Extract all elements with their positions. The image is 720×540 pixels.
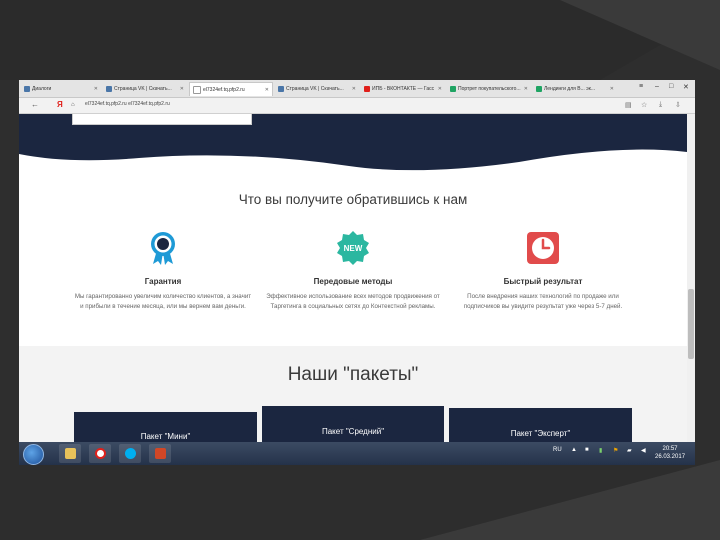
close-tab-icon[interactable]: ✕ — [94, 86, 98, 92]
pack-title: Пакет "Эксперт" — [510, 429, 571, 438]
yandex-icon — [364, 86, 370, 92]
pack-title: Пакет "Мини" — [140, 432, 191, 441]
close-tab-icon[interactable]: ✕ — [265, 87, 269, 93]
powerpoint-icon — [154, 448, 166, 459]
yandex-logo-icon[interactable]: Я — [57, 100, 63, 109]
folder-icon — [64, 448, 76, 459]
bookmark-star-icon[interactable]: ☆ — [641, 101, 647, 109]
minimize-icon[interactable]: – — [655, 83, 659, 90]
feature-guarantee: Гарантия Мы гарантированно увеличим коли… — [73, 230, 253, 312]
scrollbar-thumb[interactable] — [688, 289, 694, 359]
feature-description: Эффективное использование всех методов п… — [266, 293, 440, 310]
start-button[interactable] — [23, 444, 44, 465]
pack-card-medium[interactable]: Пакет "Средний" — [262, 406, 444, 446]
close-tab-icon[interactable]: ✕ — [438, 86, 442, 92]
language-indicator[interactable]: RU — [553, 447, 562, 453]
windows-taskbar: RU ▲ ■ ▮ ⚑ ▰ ◀ 20:57 26.03.2017 — [19, 442, 695, 465]
clock-time: 20:57 — [662, 446, 678, 452]
tray-volume-icon[interactable]: ◀ — [641, 447, 646, 454]
hero-input-field[interactable] — [72, 114, 252, 125]
page-icon — [193, 85, 201, 94]
tray-flag-icon[interactable]: ⚑ — [613, 447, 618, 454]
pack-card-mini[interactable]: Пакет "Мини" — [74, 412, 257, 446]
tray-arrow-icon[interactable]: ▲ — [571, 447, 577, 453]
pack-card-expert[interactable]: Пакет "Эксперт" — [449, 408, 632, 446]
ribbon-award-icon — [151, 232, 175, 265]
back-arrow-icon[interactable]: ← — [31, 100, 39, 109]
url-field[interactable]: el7324ef.tq.pfp2.ru el7324ef.tq.pfp2.ru — [85, 101, 170, 107]
browser-tab[interactable]: Страница VK | Скачать... ✕ — [275, 82, 359, 96]
menu-icon[interactable]: ≡ — [639, 83, 643, 90]
new-badge-icon: NEW — [337, 231, 369, 265]
lock-icon: ⌂ — [71, 102, 75, 108]
browser-tab[interactable]: Лендинги для В... эк... ✕ — [533, 82, 617, 96]
tray-network-icon[interactable]: ▮ — [599, 447, 602, 454]
packs-title: Наши "пакеты" — [287, 364, 419, 385]
taskbar-yandex-browser[interactable] — [89, 444, 111, 463]
taskbar-powerpoint[interactable] — [149, 444, 171, 463]
section-title: Что вы получите обратившись к нам — [238, 192, 468, 207]
feature-title: Гарантия — [144, 277, 182, 286]
yandex-browser-icon — [94, 448, 106, 459]
taskbar-explorer[interactable] — [59, 444, 81, 463]
clock-icon — [527, 232, 559, 264]
taskbar-clock[interactable]: 20:57 26.03.2017 — [655, 445, 685, 461]
slide-background-top — [0, 0, 720, 80]
feature-title: Передовые методы — [313, 277, 393, 286]
skype-icon — [124, 448, 136, 459]
page-menu-icon[interactable]: ▤ — [625, 101, 632, 109]
pack-title: Пакет "Средний" — [321, 427, 385, 436]
taskbar-skype[interactable] — [119, 444, 141, 463]
address-bar: ← Я ⌂ el7324ef.tq.pfp2.ru el7324ef.tq.pf… — [19, 98, 695, 114]
svg-text:NEW: NEW — [344, 244, 363, 253]
vk-icon — [278, 86, 284, 92]
browser-tab-bar: Диалоги ✕ Страница VK | Скачать... ✕ el7… — [19, 80, 695, 98]
close-tab-icon[interactable]: ✕ — [524, 86, 528, 92]
close-window-icon[interactable]: ✕ — [683, 83, 689, 91]
close-tab-icon[interactable]: ✕ — [610, 86, 614, 92]
browser-tab[interactable]: Диалоги ✕ — [21, 82, 101, 96]
slide-background-bottom — [0, 460, 720, 540]
browser-tab[interactable]: ИПБ - ВКОНТАКТЕ — Гасс ✕ — [361, 82, 445, 96]
download-icon[interactable]: ⤓ — [659, 101, 662, 109]
vk-icon — [106, 86, 112, 92]
feature-description: После внедрения наших технологий по прод… — [463, 293, 623, 310]
browser-tab-active[interactable]: el7324ef.tq.pfp2.ru ✕ — [189, 82, 273, 96]
feature-description: Мы гарантированно увеличим количество кл… — [74, 293, 252, 310]
tray-app-icon[interactable]: ■ — [585, 447, 589, 453]
close-tab-icon[interactable]: ✕ — [180, 86, 184, 92]
maximize-icon[interactable]: □ — [669, 83, 673, 90]
browser-tab[interactable]: Страница VK | Скачать... ✕ — [103, 82, 187, 96]
clock-date: 26.03.2017 — [655, 454, 686, 460]
tray-signal-icon[interactable]: ▰ — [627, 447, 632, 454]
screenshot: Диалоги ✕ Страница VK | Скачать... ✕ el7… — [19, 80, 695, 465]
feature-methods: NEW Передовые методы Эффективное использ… — [263, 230, 443, 312]
extension-icon[interactable]: ⇩ — [675, 101, 681, 109]
feature-fast-result: Быстрый результат После внедрения наших … — [453, 230, 633, 312]
close-tab-icon[interactable]: ✕ — [352, 86, 356, 92]
vk-icon — [24, 86, 30, 92]
browser-tab[interactable]: Портрет покупательского... ✕ — [447, 82, 531, 96]
feature-title: Быстрый результат — [503, 277, 583, 286]
scrollbar[interactable] — [687, 114, 695, 446]
sheet-icon — [450, 86, 456, 92]
web-page: Что вы получите обратившись к нам Гарант… — [19, 114, 687, 446]
sheet-icon — [536, 86, 542, 92]
